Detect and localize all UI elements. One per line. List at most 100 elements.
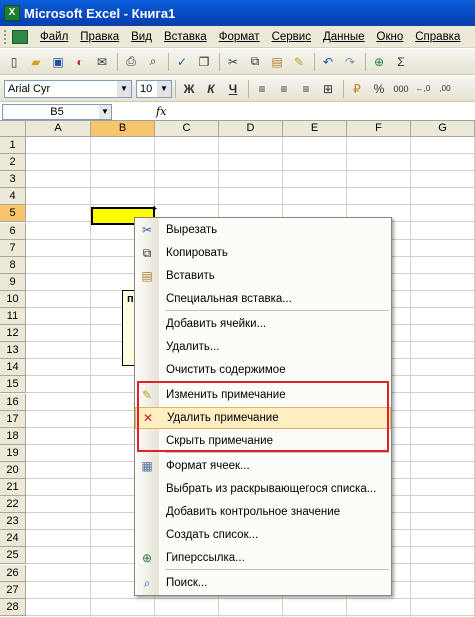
paste-icon[interactable]: ▤ [267, 52, 287, 72]
row-header-13[interactable]: 13 [0, 342, 26, 360]
column-header-A[interactable]: A [26, 121, 91, 137]
currency-icon[interactable]: ₽ [347, 79, 367, 99]
row-header-17[interactable]: 17 [0, 410, 26, 428]
context-menu-item[interactable]: Специальная вставка... [135, 288, 391, 310]
context-menu-item[interactable]: ✕ Удалить примечание [135, 407, 391, 429]
save-icon[interactable]: ▣ [48, 52, 68, 72]
align-right-icon[interactable]: ≡ [296, 79, 316, 99]
research-icon[interactable]: ❐ [194, 52, 214, 72]
row-header-25[interactable]: 25 [0, 547, 26, 565]
redo-icon[interactable]: ↷ [340, 52, 360, 72]
context-menu-item[interactable]: ▤ Вставить [135, 265, 391, 287]
menu-format[interactable]: Формат [213, 31, 266, 43]
select-all-corner[interactable] [0, 121, 26, 137]
row-header-10[interactable]: 10 [0, 290, 26, 308]
menu-help[interactable]: Справка [409, 31, 466, 43]
italic-button[interactable]: К [201, 79, 221, 99]
row-header-1[interactable]: 1 [0, 137, 26, 154]
row-header-22[interactable]: 22 [0, 496, 26, 514]
row-header-6[interactable]: 6 [0, 222, 26, 240]
context-menu-item[interactable]: ⊕ Гиперссылка... [135, 547, 391, 569]
name-box[interactable]: B5 ▼ [2, 103, 112, 120]
menu-view[interactable]: Вид [125, 31, 158, 43]
open-icon[interactable]: ▰ [26, 52, 46, 72]
cut-icon[interactable]: ✂ [223, 52, 243, 72]
context-menu-item[interactable]: Удалить... [135, 336, 391, 358]
email-icon[interactable]: ✉ [92, 52, 112, 72]
permission-icon[interactable]: ◐ [70, 52, 90, 72]
font-name-select[interactable]: Arial Cyr ▼ [4, 79, 132, 98]
underline-button[interactable]: Ч [223, 79, 243, 99]
column-header-G[interactable]: G [411, 121, 475, 137]
context-menu-item[interactable]: ✎ Изменить примечание [135, 384, 391, 406]
menu-file[interactable]: Файл [34, 31, 74, 43]
row-header-21[interactable]: 21 [0, 479, 26, 496]
context-menu: ✂ Вырезать ⧉ Копировать ▤ Вставить Специальная… [134, 217, 392, 596]
row-header-19[interactable]: 19 [0, 444, 26, 462]
row-header-28[interactable]: 28 [0, 598, 26, 616]
percent-button[interactable]: % [369, 79, 389, 99]
merge-center-icon[interactable]: ⊞ [318, 79, 338, 99]
undo-icon[interactable]: ↶ [318, 52, 338, 72]
row-header-20[interactable]: 20 [0, 461, 26, 479]
align-center-icon[interactable]: ≡ [274, 79, 294, 99]
menubar-grip[interactable] [4, 29, 8, 44]
new-icon[interactable]: ▯ [4, 52, 24, 72]
increase-decimal-button[interactable]: ←,0 [413, 79, 433, 99]
row-header-18[interactable]: 18 [0, 427, 26, 445]
context-menu-item[interactable]: ✂ Вырезать [135, 219, 391, 241]
context-menu-item[interactable]: Очистить содержимое [135, 359, 391, 381]
row-header-7[interactable]: 7 [0, 239, 26, 257]
column-header-B[interactable]: B [91, 121, 155, 137]
chevron-down-icon[interactable]: ▼ [117, 80, 131, 97]
row-header-24[interactable]: 24 [0, 530, 26, 548]
workbook-icon[interactable] [12, 29, 28, 44]
thousands-button[interactable]: 000 [391, 79, 411, 99]
context-menu-item[interactable]: Создать список... [135, 524, 391, 546]
row-header-16[interactable]: 16 [0, 393, 26, 411]
row-header-27[interactable]: 27 [0, 581, 26, 599]
row-header-11[interactable]: 11 [0, 308, 26, 325]
row-header-26[interactable]: 26 [0, 564, 26, 582]
column-header-F[interactable]: F [347, 121, 411, 137]
hyperlink-icon[interactable]: ⊕ [369, 52, 389, 72]
print-icon[interactable]: ⎙ [121, 52, 141, 72]
context-menu-item[interactable]: Добавить контрольное значение [135, 501, 391, 523]
row-header-5[interactable]: 5 [0, 205, 26, 223]
context-menu-item[interactable]: ⧉ Копировать [135, 242, 391, 264]
column-header-E[interactable]: E [283, 121, 347, 137]
autosum-icon[interactable]: Σ [391, 52, 411, 72]
context-menu-item[interactable]: Добавить ячейки... [135, 313, 391, 335]
align-left-icon[interactable]: ≡ [252, 79, 272, 99]
chevron-down-icon[interactable]: ▼ [157, 80, 171, 97]
column-header-D[interactable]: D [219, 121, 283, 137]
context-menu-item[interactable]: ▦ Формат ячеек... [135, 455, 391, 477]
row-header-9[interactable]: 9 [0, 273, 26, 291]
row-header-3[interactable]: 3 [0, 171, 26, 189]
row-header-15[interactable]: 15 [0, 376, 26, 394]
menu-data[interactable]: Данные [317, 31, 371, 43]
context-menu-item[interactable]: Выбрать из раскрывающегося списка... [135, 478, 391, 500]
print-preview-icon[interactable]: ⌕ [143, 52, 163, 72]
context-menu-item[interactable]: Скрыть примечание [135, 430, 391, 452]
bold-button[interactable]: Ж [179, 79, 199, 99]
chevron-down-icon[interactable]: ▼ [99, 104, 111, 119]
format-painter-icon[interactable]: ✎ [289, 52, 309, 72]
column-header-C[interactable]: C [155, 121, 219, 137]
font-size-select[interactable]: 10 ▼ [136, 79, 172, 98]
fx-icon[interactable]: fx [156, 105, 166, 118]
context-menu-item[interactable]: ⌕ Поиск... [135, 572, 391, 594]
spelling-icon[interactable]: ✓ [172, 52, 192, 72]
row-header-2[interactable]: 2 [0, 154, 26, 172]
decrease-decimal-button[interactable]: ,00 [435, 79, 455, 99]
row-header-4[interactable]: 4 [0, 188, 26, 206]
row-header-12[interactable]: 12 [0, 325, 26, 343]
menu-tools[interactable]: Сервис [266, 31, 317, 43]
row-header-23[interactable]: 23 [0, 513, 26, 531]
copy-icon[interactable]: ⧉ [245, 52, 265, 72]
menu-window[interactable]: Окно [371, 31, 410, 43]
menu-insert[interactable]: Вставка [158, 31, 213, 43]
row-header-8[interactable]: 8 [0, 256, 26, 274]
row-header-14[interactable]: 14 [0, 359, 26, 377]
menu-edit[interactable]: Правка [74, 31, 125, 43]
